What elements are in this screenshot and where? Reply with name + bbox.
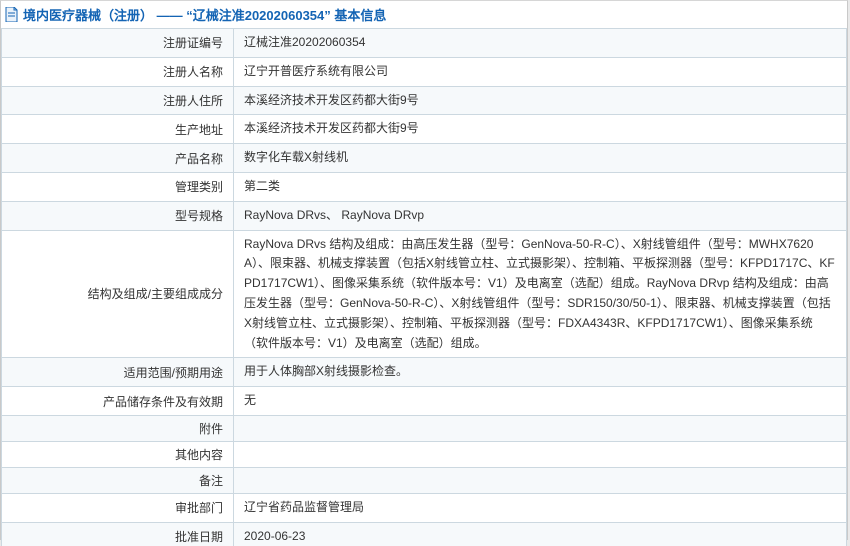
table-row: 备注 bbox=[1, 466, 847, 494]
document-icon bbox=[5, 6, 18, 23]
row-label: 附件 bbox=[1, 414, 234, 442]
table-row: 其他内容 bbox=[1, 440, 847, 468]
row-label: 审批部门 bbox=[1, 492, 234, 523]
table-row: 产品名称 数字化车载X射线机 bbox=[1, 143, 847, 173]
row-value bbox=[233, 466, 847, 494]
table-row: 注册人名称 辽宁开普医疗系统有限公司 bbox=[1, 56, 847, 87]
row-value bbox=[233, 440, 847, 468]
table-row: 附件 bbox=[1, 414, 847, 442]
registration-info-page: 境内医疗器械（注册） —— “辽械注准20202060354” 基本信息 注册证… bbox=[0, 0, 848, 546]
table-row: 型号规格 RayNova DRvs、 RayNova DRvp bbox=[1, 200, 847, 231]
row-label: 产品储存条件及有效期 bbox=[1, 386, 234, 416]
row-label: 注册人住所 bbox=[1, 85, 234, 116]
row-value: 用于人体胸部X射线摄影检查。 bbox=[233, 357, 847, 388]
row-value: 2020-06-23 bbox=[233, 521, 847, 546]
row-label: 型号规格 bbox=[1, 200, 234, 231]
row-label: 适用范围/预期用途 bbox=[1, 357, 234, 388]
table-row: 产品储存条件及有效期 无 bbox=[1, 386, 847, 416]
row-value: RayNova DRvs、 RayNova DRvp bbox=[233, 200, 847, 231]
page-title: 境内医疗器械（注册） —— “辽械注准20202060354” 基本信息 bbox=[23, 8, 387, 23]
row-value: 本溪经济技术开发区药都大街9号 bbox=[233, 114, 847, 145]
row-value: 辽械注准20202060354 bbox=[233, 28, 847, 58]
row-label: 注册证编号 bbox=[1, 28, 234, 58]
row-value: RayNova DRvs 结构及组成：由高压发生器（型号：GenNova-50-… bbox=[233, 229, 847, 359]
row-value: 本溪经济技术开发区药都大街9号 bbox=[233, 85, 847, 116]
page-title-bar: 境内医疗器械（注册） —— “辽械注准20202060354” 基本信息 bbox=[1, 1, 847, 28]
table-row: 审批部门 辽宁省药品监督管理局 bbox=[1, 492, 847, 523]
row-label: 其他内容 bbox=[1, 440, 234, 468]
row-value bbox=[233, 414, 847, 442]
row-value: 数字化车载X射线机 bbox=[233, 143, 847, 173]
row-value: 第二类 bbox=[233, 171, 847, 202]
row-label: 产品名称 bbox=[1, 143, 234, 173]
row-value: 辽宁开普医疗系统有限公司 bbox=[233, 56, 847, 87]
table-row: 批准日期 2020-06-23 bbox=[1, 521, 847, 546]
table-row: 注册人住所 本溪经济技术开发区药都大街9号 bbox=[1, 85, 847, 116]
table-row: 注册证编号 辽械注准20202060354 bbox=[1, 28, 847, 58]
table-row: 结构及组成/主要组成成分 RayNova DRvs 结构及组成：由高压发生器（型… bbox=[1, 229, 847, 359]
registration-info-table: 注册证编号 辽械注准20202060354 注册人名称 辽宁开普医疗系统有限公司… bbox=[1, 28, 847, 546]
row-value: 辽宁省药品监督管理局 bbox=[233, 492, 847, 523]
row-value: 无 bbox=[233, 386, 847, 416]
table-row: 适用范围/预期用途 用于人体胸部X射线摄影检查。 bbox=[1, 357, 847, 388]
table-row: 生产地址 本溪经济技术开发区药都大街9号 bbox=[1, 114, 847, 145]
row-label: 管理类别 bbox=[1, 171, 234, 202]
row-label: 批准日期 bbox=[1, 521, 234, 546]
row-label: 注册人名称 bbox=[1, 56, 234, 87]
row-label: 备注 bbox=[1, 466, 234, 494]
table-row: 管理类别 第二类 bbox=[1, 171, 847, 202]
row-label: 结构及组成/主要组成成分 bbox=[1, 229, 234, 359]
row-label: 生产地址 bbox=[1, 114, 234, 145]
